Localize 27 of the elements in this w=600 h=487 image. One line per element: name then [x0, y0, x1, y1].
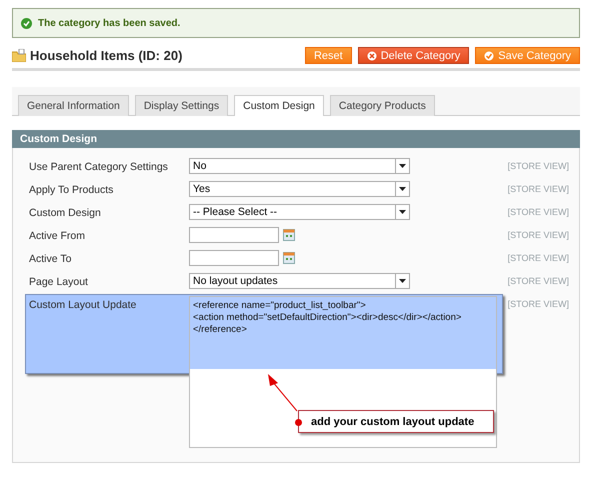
page-title: Household Items (ID: 20) [30, 48, 184, 63]
field-label: Custom Design [29, 206, 102, 219]
scope-label: [STORE VIEW] [506, 275, 569, 286]
field-label: Active From [29, 229, 86, 242]
tab[interactable]: Category Products [330, 95, 435, 116]
select-field[interactable]: -- Please Select -- [189, 204, 410, 220]
message-text: The category has been saved. [38, 18, 180, 28]
tab[interactable]: Custom Design [234, 95, 324, 116]
annotation-callout: add your custom layout update [298, 410, 494, 433]
scope-label: [STORE VIEW] [506, 229, 569, 240]
select-field[interactable]: Yes [189, 181, 410, 197]
field-label: Use Parent Category Settings [29, 160, 169, 173]
scope-label: [STORE VIEW] [506, 160, 569, 171]
scope-label: [STORE VIEW] [506, 298, 569, 309]
field-label: Apply To Products [29, 183, 114, 196]
scope-label: [STORE VIEW] [506, 252, 569, 263]
field-label: Page Layout [29, 275, 89, 288]
tab[interactable]: Display Settings [134, 95, 228, 116]
field-label: Custom Layout Update [29, 298, 138, 311]
scope-label: [STORE VIEW] [506, 206, 569, 217]
select-field[interactable]: No layout updates [189, 273, 410, 289]
scope-label: [STORE VIEW] [506, 183, 569, 194]
delete-button[interactable]: Delete Category [358, 47, 470, 64]
section-header: Custom Design [12, 130, 580, 148]
select-field[interactable]: No [189, 158, 410, 174]
field-label: Active To [29, 252, 72, 265]
tab[interactable]: General Information [18, 95, 129, 116]
